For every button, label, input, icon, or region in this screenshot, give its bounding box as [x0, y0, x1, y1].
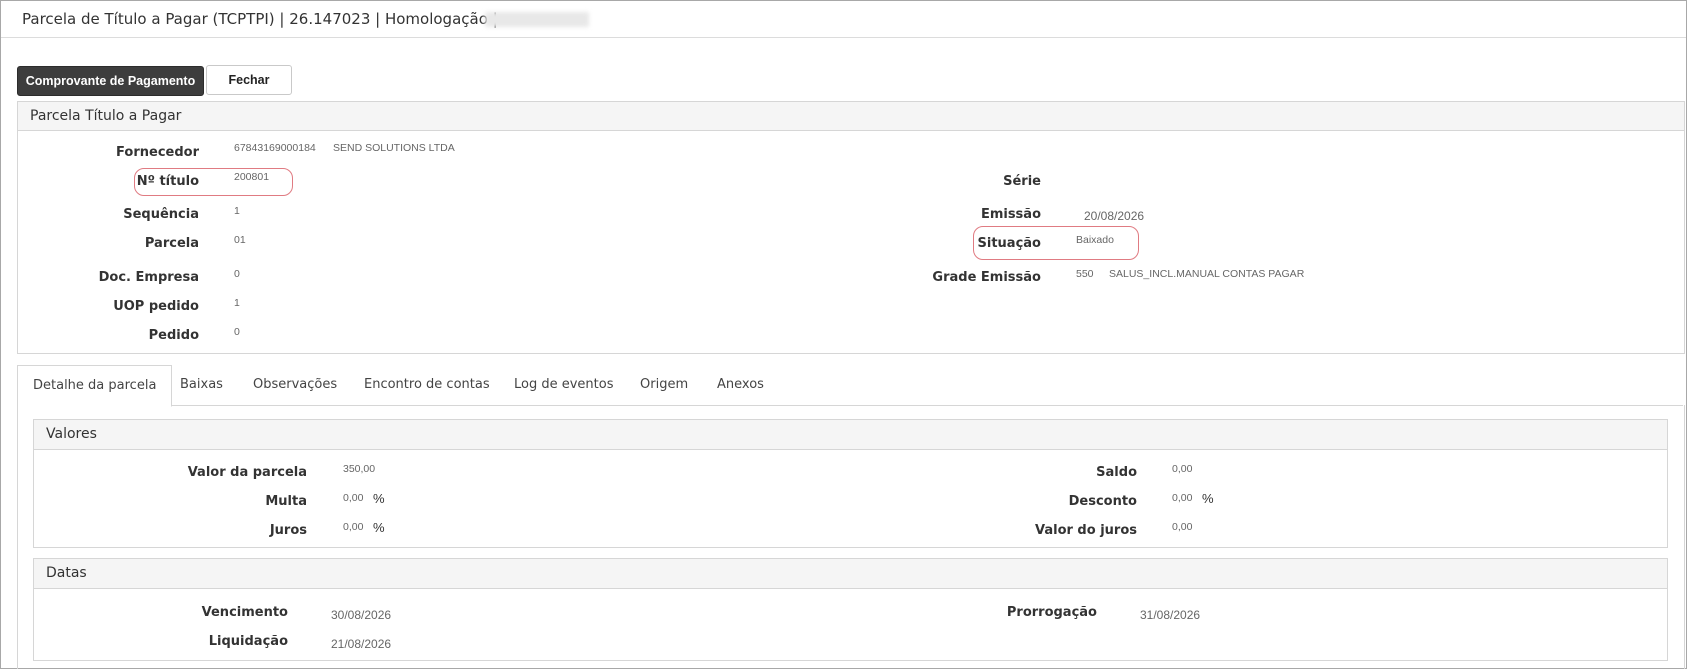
- grade-emissao-name: SALUS_INCL.MANUAL CONTAS PAGAR: [1109, 268, 1305, 280]
- prorrogacao-value: 31/08/2026: [1140, 608, 1201, 622]
- emissao-label: Emissão: [980, 207, 1041, 222]
- multa-label: Multa: [265, 494, 307, 509]
- titulo-value: 200801: [234, 171, 270, 183]
- vencimento-label: Vencimento: [201, 605, 288, 620]
- valores-title: Valores: [34, 420, 1667, 450]
- tab-log-eventos[interactable]: Log de eventos: [514, 365, 614, 405]
- parcela-label: Parcela: [144, 236, 199, 251]
- parcela-value: 01: [234, 234, 246, 246]
- desconto-value: 0,00: [1172, 492, 1193, 504]
- sequencia-label: Sequência: [123, 207, 199, 222]
- tab-origem[interactable]: Origem: [640, 365, 688, 405]
- uop-pedido-label: UOP pedido: [113, 299, 199, 314]
- emissao-value: 20/08/2026: [1084, 209, 1145, 223]
- desconto-unit: %: [1202, 491, 1214, 506]
- panel-title: Parcela Título a Pagar: [18, 102, 1684, 131]
- saldo-label: Saldo: [1096, 465, 1137, 480]
- pedido-label: Pedido: [148, 328, 199, 343]
- liquidacao-value: 21/08/2026: [331, 637, 392, 651]
- tab-baixas[interactable]: Baixas: [180, 365, 223, 405]
- juros-label: Juros: [269, 523, 307, 538]
- juros-unit: %: [373, 520, 385, 535]
- tab-observacoes[interactable]: Observações: [253, 365, 337, 405]
- multa-unit: %: [373, 491, 385, 506]
- tab-detalhe-parcela[interactable]: Detalhe da parcela: [17, 365, 173, 407]
- situacao-label: Situação: [977, 236, 1041, 251]
- serie-label: Série: [1003, 174, 1041, 189]
- prorrogacao-label: Prorrogação: [1006, 605, 1097, 620]
- fechar-button[interactable]: Fechar: [206, 65, 292, 95]
- doc-empresa-label: Doc. Empresa: [98, 270, 199, 285]
- uop-pedido-value: 1: [234, 297, 240, 309]
- tab-bar: Detalhe da parcela Baixas Observações En…: [17, 365, 1683, 407]
- vencimento-value: 30/08/2026: [331, 608, 392, 622]
- tab-encontro-contas[interactable]: Encontro de contas: [364, 365, 490, 405]
- fornecedor-name: SEND SOLUTIONS LTDA: [333, 142, 455, 154]
- datas-title: Datas: [34, 559, 1667, 589]
- title-bar: Parcela de Título a Pagar (TCPTPI) | 26.…: [1, 1, 1686, 38]
- liquidacao-label: Liquidação: [208, 634, 288, 649]
- fornecedor-label: Fornecedor: [116, 145, 199, 160]
- tab-anexos[interactable]: Anexos: [717, 365, 764, 405]
- juros-value: 0,00: [343, 521, 364, 533]
- multa-value: 0,00: [343, 492, 364, 504]
- redacted-text: [485, 12, 589, 27]
- valor-parcela-value: 350,00: [343, 463, 376, 475]
- comprovante-pagamento-button[interactable]: Comprovante de Pagamento: [17, 66, 204, 96]
- situacao-value: Baixado: [1076, 234, 1114, 246]
- valor-juros-value: 0,00: [1172, 521, 1193, 533]
- window-title: Parcela de Título a Pagar (TCPTPI) | 26.…: [22, 10, 498, 28]
- fornecedor-code: 67843169000184: [234, 142, 316, 154]
- grade-emissao-code: 550: [1076, 268, 1094, 280]
- desconto-label: Desconto: [1068, 494, 1137, 509]
- saldo-value: 0,00: [1172, 463, 1193, 475]
- sequencia-value: 1: [234, 205, 240, 217]
- valor-juros-label: Valor do juros: [1034, 523, 1137, 538]
- valor-parcela-label: Valor da parcela: [187, 465, 307, 480]
- parcela-titulo-panel: Parcela Título a Pagar: [17, 101, 1685, 354]
- doc-empresa-value: 0: [234, 268, 240, 280]
- titulo-label: Nº título: [136, 174, 199, 189]
- grade-emissao-label: Grade Emissão: [932, 270, 1041, 285]
- pedido-value: 0: [234, 326, 240, 338]
